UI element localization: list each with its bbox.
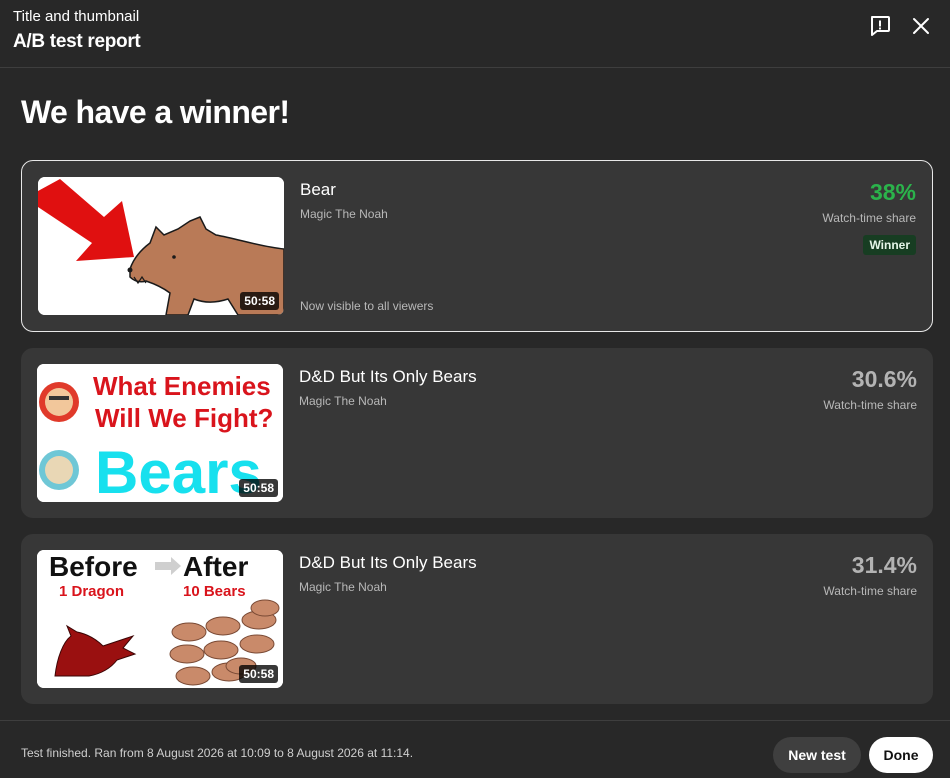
video-duration: 50:58	[239, 665, 278, 683]
watch-time-share-value: 31.4%	[851, 552, 917, 578]
video-title: D&D But Its Only Bears	[299, 553, 477, 572]
feedback-icon	[871, 16, 890, 36]
done-button[interactable]: Done	[869, 737, 933, 773]
dialog-header: Title and thumbnail A/B test report	[0, 0, 950, 68]
channel-name: Magic The Noah	[300, 207, 388, 221]
video-title: Bear	[300, 180, 336, 199]
thumb-right-sub: 10 Bears	[183, 583, 246, 600]
winner-badge: Winner	[863, 235, 916, 255]
close-button[interactable]	[908, 13, 934, 39]
new-test-button[interactable]: New test	[773, 737, 861, 773]
thumb-after: After	[183, 551, 248, 582]
watch-time-share-value: 38%	[869, 179, 916, 205]
feedback-button[interactable]	[867, 13, 893, 39]
dialog-footer: Test finished. Ran from 8 August 2026 at…	[0, 720, 950, 778]
channel-name: Magic The Noah	[299, 580, 387, 594]
video-duration: 50:58	[240, 292, 279, 310]
thumb-line-2: Will We Fight?	[95, 403, 273, 433]
watch-time-share-value: 30.6%	[851, 366, 917, 392]
watch-time-share-label: Watch-time share	[823, 584, 917, 598]
watch-time-share-label: Watch-time share	[822, 211, 916, 225]
visibility-note: Now visible to all viewers	[300, 299, 434, 313]
thumb-left-sub: 1 Dragon	[59, 583, 124, 600]
dialog-title: A/B test report	[13, 31, 141, 52]
thumb-line-1: What Enemies	[93, 371, 271, 401]
results-headline: We have a winner!	[21, 94, 290, 130]
close-icon	[913, 18, 929, 34]
thumb-before: Before	[49, 551, 138, 582]
thumbnail-bear: 50:58	[38, 177, 284, 315]
variant-card: Before After 1 Dragon 10 Bears 50:58 D&D…	[21, 534, 933, 704]
video-title: D&D But Its Only Bears	[299, 367, 477, 386]
thumbnail-what-enemies: What Enemies Will We Fight? Bears 50:58	[37, 364, 283, 502]
thumb-big-word: Bears	[95, 439, 262, 502]
watch-time-share-label: Watch-time share	[823, 398, 917, 412]
test-status-text: Test finished. Ran from 8 August 2026 at…	[21, 746, 414, 760]
dialog-subtitle: Title and thumbnail	[13, 8, 140, 25]
video-duration: 50:58	[239, 479, 278, 497]
variant-card: What Enemies Will We Fight? Bears 50:58 …	[21, 348, 933, 518]
variant-card-winner: 50:58 Bear Magic The Noah Now visible to…	[21, 160, 933, 332]
thumbnail-before-after: Before After 1 Dragon 10 Bears 50:58	[37, 550, 283, 688]
channel-name: Magic The Noah	[299, 394, 387, 408]
